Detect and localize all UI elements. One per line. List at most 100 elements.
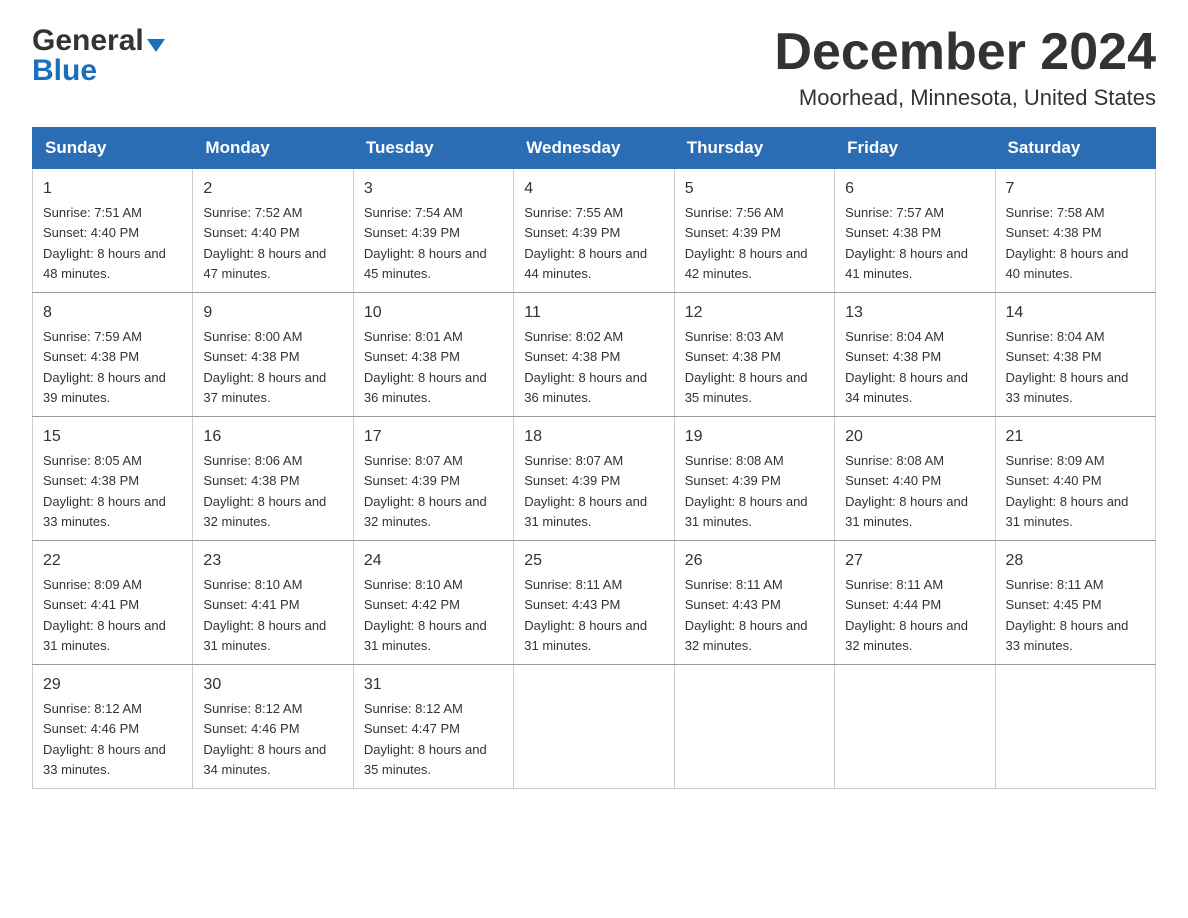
day-number: 30 <box>203 673 342 697</box>
day-info: Sunrise: 7:52 AMSunset: 4:40 PMDaylight:… <box>203 205 326 281</box>
header-monday: Monday <box>193 128 353 169</box>
table-row <box>835 665 995 789</box>
day-info: Sunrise: 8:00 AMSunset: 4:38 PMDaylight:… <box>203 329 326 405</box>
table-row: 26 Sunrise: 8:11 AMSunset: 4:43 PMDayligh… <box>674 541 834 665</box>
day-number: 25 <box>524 549 663 573</box>
day-number: 23 <box>203 549 342 573</box>
day-number: 10 <box>364 301 503 325</box>
day-info: Sunrise: 8:12 AMSunset: 4:46 PMDaylight:… <box>43 701 166 777</box>
day-info: Sunrise: 8:10 AMSunset: 4:41 PMDaylight:… <box>203 577 326 653</box>
day-info: Sunrise: 8:04 AMSunset: 4:38 PMDaylight:… <box>1006 329 1129 405</box>
day-info: Sunrise: 7:54 AMSunset: 4:39 PMDaylight:… <box>364 205 487 281</box>
day-number: 12 <box>685 301 824 325</box>
day-info: Sunrise: 8:11 AMSunset: 4:43 PMDaylight:… <box>524 577 647 653</box>
logo: General Blue <box>32 24 165 88</box>
day-number: 5 <box>685 177 824 201</box>
day-number: 3 <box>364 177 503 201</box>
day-number: 19 <box>685 425 824 449</box>
day-number: 9 <box>203 301 342 325</box>
day-number: 13 <box>845 301 984 325</box>
table-row: 24 Sunrise: 8:10 AMSunset: 4:42 PMDayligh… <box>353 541 513 665</box>
day-info: Sunrise: 7:55 AMSunset: 4:39 PMDaylight:… <box>524 205 647 281</box>
calendar-title: December 2024 <box>774 24 1156 81</box>
table-row: 5 Sunrise: 7:56 AMSunset: 4:39 PMDaylight… <box>674 169 834 293</box>
table-row: 23 Sunrise: 8:10 AMSunset: 4:41 PMDayligh… <box>193 541 353 665</box>
day-info: Sunrise: 8:01 AMSunset: 4:38 PMDaylight:… <box>364 329 487 405</box>
table-row: 1 Sunrise: 7:51 AMSunset: 4:40 PMDaylight… <box>33 169 193 293</box>
title-block: December 2024 Moorhead, Minnesota, Unite… <box>774 24 1156 111</box>
calendar-table: Sunday Monday Tuesday Wednesday Thursday… <box>32 127 1156 789</box>
calendar-week-row: 29 Sunrise: 8:12 AMSunset: 4:46 PMDayligh… <box>33 665 1156 789</box>
header-sunday: Sunday <box>33 128 193 169</box>
table-row: 19 Sunrise: 8:08 AMSunset: 4:39 PMDayligh… <box>674 417 834 541</box>
day-number: 2 <box>203 177 342 201</box>
day-number: 17 <box>364 425 503 449</box>
weekday-header-row: Sunday Monday Tuesday Wednesday Thursday… <box>33 128 1156 169</box>
day-info: Sunrise: 7:57 AMSunset: 4:38 PMDaylight:… <box>845 205 968 281</box>
day-number: 4 <box>524 177 663 201</box>
table-row: 12 Sunrise: 8:03 AMSunset: 4:38 PMDayligh… <box>674 293 834 417</box>
day-number: 29 <box>43 673 182 697</box>
calendar-week-row: 15 Sunrise: 8:05 AMSunset: 4:38 PMDayligh… <box>33 417 1156 541</box>
day-info: Sunrise: 8:12 AMSunset: 4:47 PMDaylight:… <box>364 701 487 777</box>
table-row: 30Sunrise: 8:12 AMSunset: 4:46 PMDayligh… <box>193 665 353 789</box>
logo-triangle-icon <box>147 39 165 52</box>
table-row: 8 Sunrise: 7:59 AMSunset: 4:38 PMDaylight… <box>33 293 193 417</box>
day-number: 31 <box>364 673 503 697</box>
header-wednesday: Wednesday <box>514 128 674 169</box>
table-row: 7 Sunrise: 7:58 AMSunset: 4:38 PMDaylight… <box>995 169 1155 293</box>
day-info: Sunrise: 8:10 AMSunset: 4:42 PMDaylight:… <box>364 577 487 653</box>
table-row: 3 Sunrise: 7:54 AMSunset: 4:39 PMDaylight… <box>353 169 513 293</box>
table-row <box>995 665 1155 789</box>
day-number: 26 <box>685 549 824 573</box>
day-info: Sunrise: 8:05 AMSunset: 4:38 PMDaylight:… <box>43 453 166 529</box>
day-number: 20 <box>845 425 984 449</box>
day-number: 14 <box>1006 301 1145 325</box>
header-tuesday: Tuesday <box>353 128 513 169</box>
day-info: Sunrise: 8:11 AMSunset: 4:43 PMDaylight:… <box>685 577 808 653</box>
day-number: 22 <box>43 549 182 573</box>
day-info: Sunrise: 7:58 AMSunset: 4:38 PMDaylight:… <box>1006 205 1129 281</box>
table-row: 4 Sunrise: 7:55 AMSunset: 4:39 PMDaylight… <box>514 169 674 293</box>
table-row: 28Sunrise: 8:11 AMSunset: 4:45 PMDayligh… <box>995 541 1155 665</box>
table-row: 18Sunrise: 8:07 AMSunset: 4:39 PMDayligh… <box>514 417 674 541</box>
table-row: 16Sunrise: 8:06 AMSunset: 4:38 PMDayligh… <box>193 417 353 541</box>
header-thursday: Thursday <box>674 128 834 169</box>
day-number: 1 <box>43 177 182 201</box>
table-row: 25 Sunrise: 8:11 AMSunset: 4:43 PMDayligh… <box>514 541 674 665</box>
table-row: 10 Sunrise: 8:01 AMSunset: 4:38 PMDayligh… <box>353 293 513 417</box>
day-number: 11 <box>524 301 663 325</box>
table-row: 15 Sunrise: 8:05 AMSunset: 4:38 PMDayligh… <box>33 417 193 541</box>
day-info: Sunrise: 8:02 AMSunset: 4:38 PMDaylight:… <box>524 329 647 405</box>
day-info: Sunrise: 8:03 AMSunset: 4:38 PMDaylight:… <box>685 329 808 405</box>
day-info: Sunrise: 7:59 AMSunset: 4:38 PMDaylight:… <box>43 329 166 405</box>
table-row: 29 Sunrise: 8:12 AMSunset: 4:46 PMDayligh… <box>33 665 193 789</box>
header-saturday: Saturday <box>995 128 1155 169</box>
day-number: 24 <box>364 549 503 573</box>
day-info: Sunrise: 8:07 AMSunset: 4:39 PMDaylight:… <box>364 453 487 529</box>
day-number: 16 <box>203 425 342 449</box>
day-number: 28 <box>1006 549 1145 573</box>
logo-blue-text: Blue <box>32 54 97 88</box>
day-number: 18 <box>524 425 663 449</box>
table-row: 27Sunrise: 8:11 AMSunset: 4:44 PMDayligh… <box>835 541 995 665</box>
calendar-week-row: 8 Sunrise: 7:59 AMSunset: 4:38 PMDaylight… <box>33 293 1156 417</box>
day-info: Sunrise: 7:51 AMSunset: 4:40 PMDaylight:… <box>43 205 166 281</box>
day-info: Sunrise: 8:09 AMSunset: 4:41 PMDaylight:… <box>43 577 166 653</box>
table-row: 6Sunrise: 7:57 AMSunset: 4:38 PMDaylight… <box>835 169 995 293</box>
day-number: 27 <box>845 549 984 573</box>
calendar-week-row: 1 Sunrise: 7:51 AMSunset: 4:40 PMDaylight… <box>33 169 1156 293</box>
day-info: Sunrise: 8:09 AMSunset: 4:40 PMDaylight:… <box>1006 453 1129 529</box>
day-number: 7 <box>1006 177 1145 201</box>
calendar-subtitle: Moorhead, Minnesota, United States <box>774 85 1156 111</box>
day-info: Sunrise: 8:08 AMSunset: 4:39 PMDaylight:… <box>685 453 808 529</box>
table-row: 21Sunrise: 8:09 AMSunset: 4:40 PMDayligh… <box>995 417 1155 541</box>
page-header: General Blue December 2024 Moorhead, Min… <box>32 24 1156 111</box>
day-info: Sunrise: 8:04 AMSunset: 4:38 PMDaylight:… <box>845 329 968 405</box>
table-row: 14 Sunrise: 8:04 AMSunset: 4:38 PMDayligh… <box>995 293 1155 417</box>
day-number: 15 <box>43 425 182 449</box>
day-info: Sunrise: 7:56 AMSunset: 4:39 PMDaylight:… <box>685 205 808 281</box>
table-row: 2 Sunrise: 7:52 AMSunset: 4:40 PMDaylight… <box>193 169 353 293</box>
table-row <box>514 665 674 789</box>
day-number: 8 <box>43 301 182 325</box>
